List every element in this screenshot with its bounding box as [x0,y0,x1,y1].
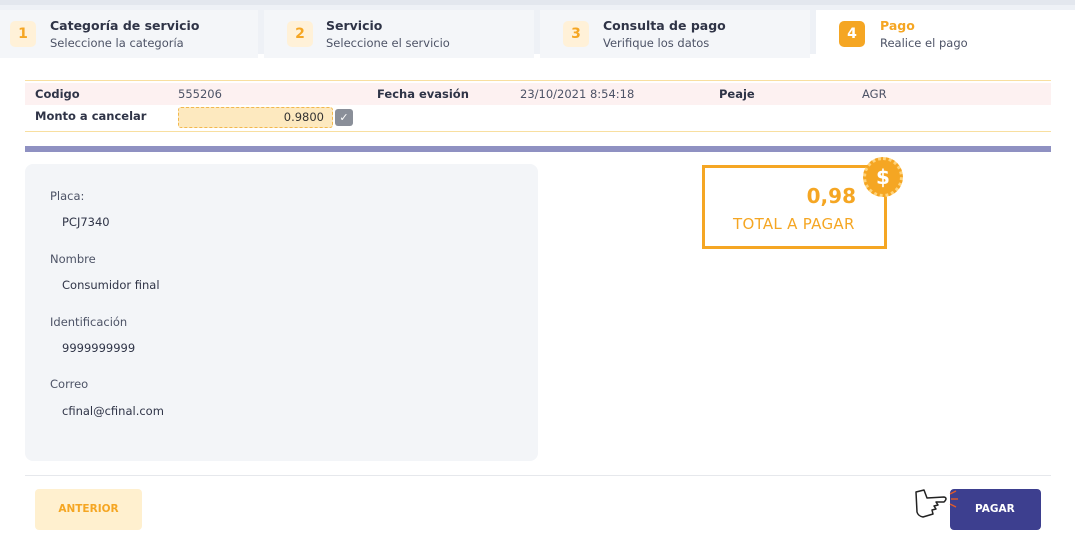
peaje-value: AGR [862,87,887,101]
step-subtitle: Seleccione la categoría [50,36,184,50]
peaje-label: Peaje [719,87,755,101]
correo-label: Correo [50,377,89,391]
hand-pointer-icon [915,489,958,518]
identificacion-value: 9999999999 [62,341,136,355]
step-subtitle: Seleccione el servicio [326,36,450,50]
payment-info: Codigo 555206 Fecha evasión 23/10/2021 8… [25,80,1051,132]
codigo-value: 555206 [178,87,222,101]
step-title: Servicio [326,18,383,33]
check-icon[interactable]: ✓ [335,109,353,126]
step-subtitle: Realice el pago [880,36,968,50]
step-pago[interactable]: 4 Pago Realice el pago [816,10,1075,58]
dollar-icon: $ [863,157,903,197]
pay-button[interactable]: PAGAR [950,489,1041,530]
placa-value: PCJ7340 [62,215,110,229]
step-servicio[interactable]: 2 Servicio Seleccione el servicio [264,10,534,58]
step-title: Categoría de servicio [50,18,200,33]
nombre-value: Consumidor final [62,278,160,292]
placa-label: Placa: [50,189,85,203]
step-number: 4 [839,21,865,47]
nombre-label: Nombre [50,252,96,266]
total-amount: 0,98 [806,184,856,208]
customer-details: Placa: PCJ7340 Nombre Consumidor final I… [25,164,538,461]
step-title: Pago [880,18,915,33]
section-divider [25,146,1051,152]
total-box: 0,98 TOTAL A PAGAR [702,165,887,249]
step-number: 1 [10,21,36,47]
step-consulta[interactable]: 3 Consulta de pago Verifique los datos [540,10,810,58]
footer-divider [25,475,1051,476]
previous-button[interactable]: ANTERIOR [35,489,142,530]
stepper: 1 Categoría de servicio Seleccione la ca… [0,0,1075,58]
step-subtitle: Verifique los datos [603,36,710,50]
step-categoria[interactable]: 1 Categoría de servicio Seleccione la ca… [0,10,258,58]
monto-label: Monto a cancelar [35,109,147,123]
monto-input[interactable]: 0.9800 [178,107,333,128]
fecha-value: 23/10/2021 8:54:18 [520,87,635,101]
codigo-label: Codigo [35,87,80,101]
step-number: 3 [563,21,589,47]
step-number: 2 [287,21,313,47]
step-title: Consulta de pago [603,18,726,33]
fecha-label: Fecha evasión [377,87,469,101]
correo-value: cfinal@cfinal.com [62,404,164,418]
total-label: TOTAL A PAGAR [733,215,855,233]
identificacion-label: Identificación [50,315,128,329]
